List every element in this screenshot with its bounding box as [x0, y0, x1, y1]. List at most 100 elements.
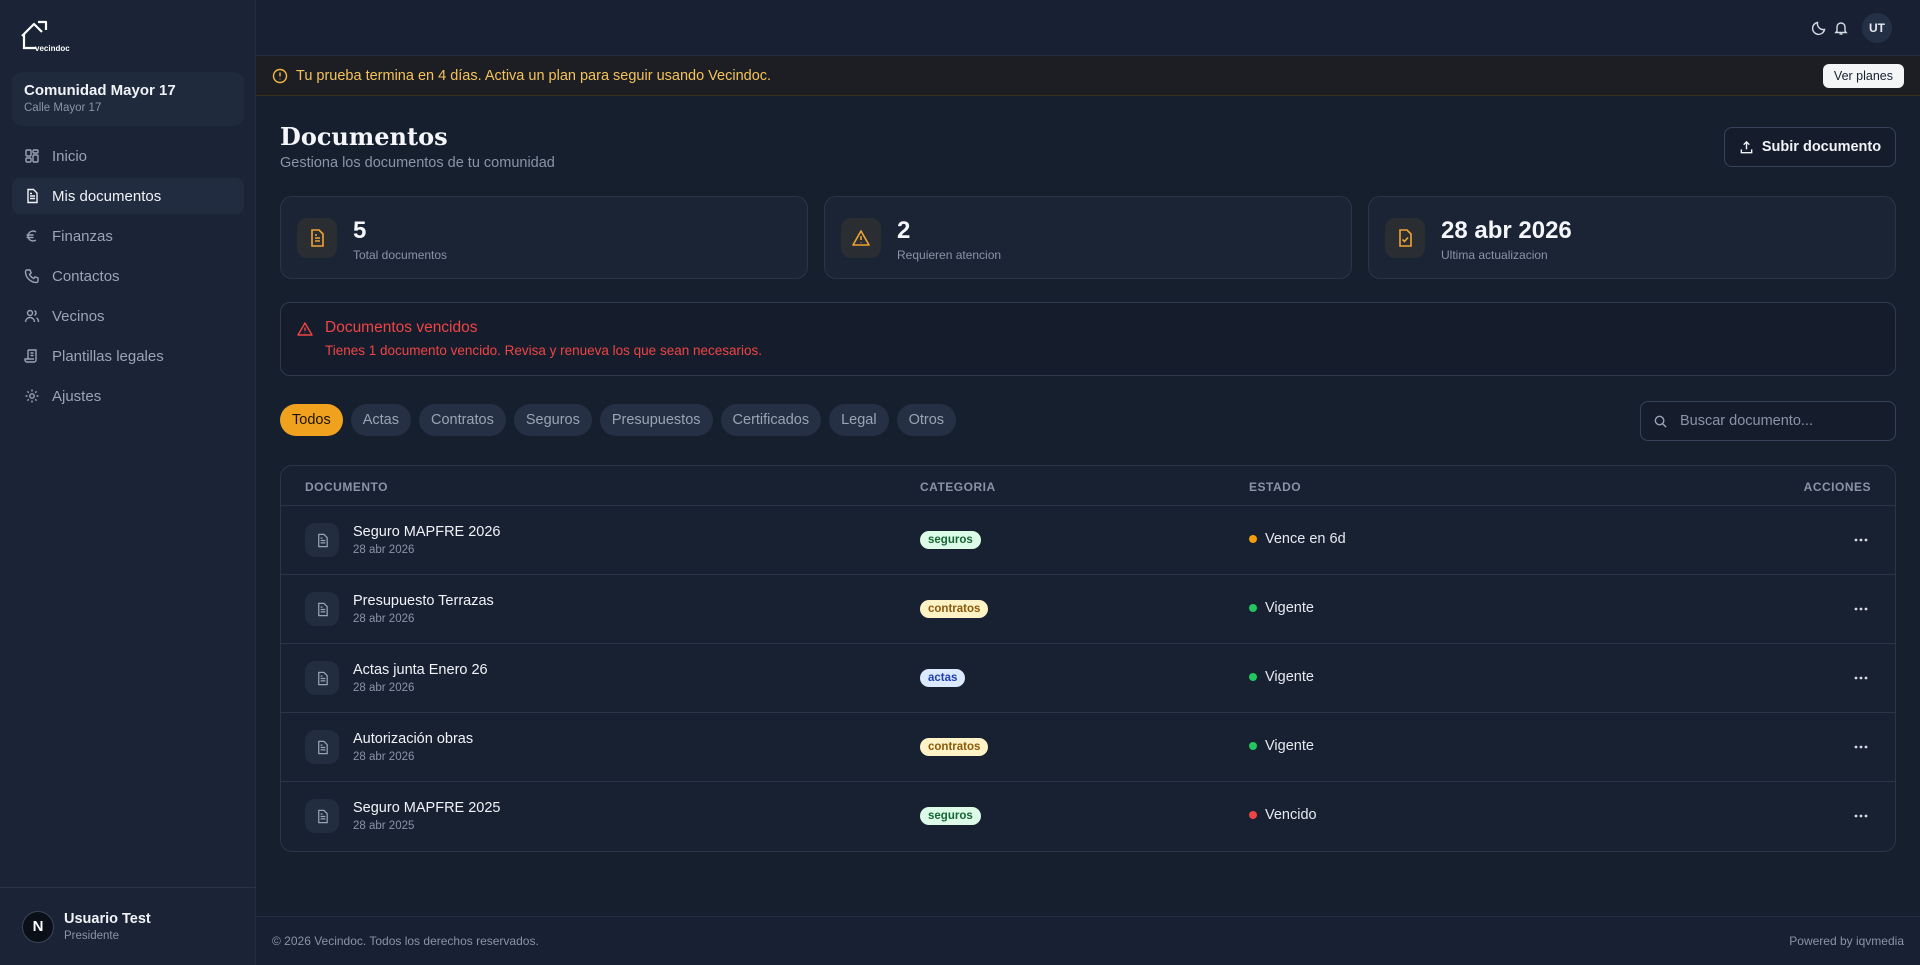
- table-row[interactable]: Seguro MAPFRE 2025 28 abr 2025 seguros V…: [281, 782, 1895, 851]
- filter-chip-certificados[interactable]: Certificados: [720, 404, 822, 436]
- sidebar-item-label: Mis documentos: [52, 187, 162, 205]
- filter-chip-contratos[interactable]: Contratos: [418, 404, 506, 436]
- expired-documents-alert: Documentos vencidos Tienes 1 documento v…: [280, 302, 1896, 376]
- document-name[interactable]: Actas junta Enero 26: [353, 662, 488, 678]
- document-icon: [297, 218, 337, 258]
- category-filters: Todos Actas Contratos Seguros Presupuest…: [280, 404, 964, 436]
- file-icon: [305, 661, 339, 695]
- community-selector[interactable]: Comunidad Mayor 17 Calle Mayor 17: [12, 72, 244, 126]
- stat-label: Ultima actualizacion: [1441, 248, 1548, 262]
- status-text: Vigente: [1265, 669, 1314, 685]
- more-actions-icon[interactable]: [1851, 599, 1871, 619]
- gear-icon: [24, 388, 40, 404]
- filter-chip-legal[interactable]: Legal: [829, 404, 889, 436]
- filter-chip-otros[interactable]: Otros: [896, 404, 957, 436]
- more-actions-icon[interactable]: [1851, 668, 1871, 688]
- scroll-icon: [24, 348, 40, 364]
- stat-card-last-update: 28 abr 2026 Ultima actualizacion: [1368, 196, 1896, 279]
- sidebar-item-label: Finanzas: [52, 227, 113, 245]
- category-badge: actas: [920, 669, 966, 687]
- vecindoc-logo[interactable]: vecindoc: [20, 20, 76, 54]
- sidebar-item-finanzas[interactable]: Finanzas: [12, 218, 244, 254]
- document-name[interactable]: Seguro MAPFRE 2026: [353, 524, 501, 540]
- category-badge: contratos: [920, 738, 989, 756]
- category-badge: seguros: [920, 807, 981, 825]
- column-header-document[interactable]: DOCUMENTO: [305, 480, 388, 494]
- category-badge: seguros: [920, 531, 981, 549]
- table-row[interactable]: Actas junta Enero 26 28 abr 2026 actas V…: [281, 644, 1895, 713]
- svg-text:vecindoc: vecindoc: [35, 44, 70, 53]
- table-row[interactable]: Autorización obras 28 abr 2026 contratos…: [281, 713, 1895, 782]
- sidebar-item-contactos[interactable]: Contactos: [12, 258, 244, 294]
- upload-label: Subir documento: [1761, 139, 1882, 155]
- filter-chip-todos[interactable]: Todos: [280, 404, 343, 436]
- sidebar-item-mis-documentos[interactable]: Mis documentos: [12, 178, 244, 214]
- stat-value: 28 abr 2026: [1441, 217, 1572, 244]
- table-row[interactable]: Seguro MAPFRE 2026 28 abr 2026 seguros V…: [281, 506, 1895, 575]
- status-dot: [1249, 604, 1257, 612]
- document-date: 28 abr 2026: [353, 682, 415, 694]
- warning-icon: [841, 218, 881, 258]
- stat-value: 2: [897, 217, 911, 244]
- document-name[interactable]: Seguro MAPFRE 2025: [353, 800, 501, 816]
- filter-chip-seguros[interactable]: Seguros: [513, 404, 592, 436]
- sidebar-item-ajustes[interactable]: Ajustes: [12, 378, 244, 414]
- documents-table: DOCUMENTO CATEGORIA ESTADO ACCIONES Segu…: [280, 465, 1896, 852]
- more-actions-icon[interactable]: [1851, 530, 1871, 550]
- status-text: Vence en 6d: [1265, 531, 1346, 547]
- column-header-category[interactable]: CATEGORIA: [920, 480, 996, 494]
- trial-banner: Tu prueba termina en 4 días. Activa un p…: [256, 56, 1920, 96]
- status-indicator: Vigente: [1249, 738, 1314, 754]
- column-header-actions: ACCIONES: [1803, 480, 1871, 494]
- upload-icon: [1740, 140, 1753, 153]
- stat-card-total: 5 Total documentos: [280, 196, 808, 279]
- status-dot: [1249, 535, 1257, 543]
- file-icon: [305, 592, 339, 626]
- document-date: 28 abr 2025: [353, 820, 415, 832]
- document-check-icon: [1385, 218, 1425, 258]
- sidebar-item-inicio[interactable]: Inicio: [12, 138, 244, 174]
- user-name: Usuario Test: [64, 911, 151, 927]
- notifications-button[interactable]: [1824, 13, 1854, 43]
- category-badge: contratos: [920, 600, 989, 618]
- more-actions-icon[interactable]: [1851, 737, 1871, 757]
- status-dot: [1249, 811, 1257, 819]
- file-icon: [305, 730, 339, 764]
- column-header-status[interactable]: ESTADO: [1249, 480, 1301, 494]
- status-indicator: Vigente: [1249, 600, 1314, 616]
- sidebar-item-label: Vecinos: [52, 307, 105, 325]
- stat-label: Requieren atencion: [897, 248, 1002, 262]
- header-avatar[interactable]: UT: [1862, 13, 1892, 43]
- status-dot: [1249, 742, 1257, 750]
- footer: © 2026 Vecindoc. Todos los derechos rese…: [256, 916, 1920, 965]
- copyright-text: © 2026 Vecindoc. Todos los derechos rese…: [272, 934, 539, 948]
- sidebar-item-plantillas-legales[interactable]: Plantillas legales: [12, 338, 244, 374]
- status-text: Vigente: [1265, 600, 1314, 616]
- sidebar-item-vecinos[interactable]: Vecinos: [12, 298, 244, 334]
- powered-by-link[interactable]: Powered by iqvmedia: [1789, 934, 1904, 948]
- document-name[interactable]: Autorización obras: [353, 731, 473, 747]
- user-role: Presidente: [64, 930, 119, 942]
- sidebar-nav: Inicio Mis documentos Finanzas Contactos…: [12, 138, 244, 418]
- document-date: 28 abr 2026: [353, 544, 415, 556]
- status-indicator: Vence en 6d: [1249, 531, 1346, 547]
- warning-icon: [297, 322, 313, 336]
- search-input[interactable]: [1680, 413, 1880, 429]
- users-icon: [24, 308, 40, 324]
- sidebar-item-label: Inicio: [52, 147, 88, 165]
- document-name[interactable]: Presupuesto Terrazas: [353, 593, 494, 609]
- document-date: 28 abr 2026: [353, 751, 415, 763]
- filter-chip-actas[interactable]: Actas: [350, 404, 411, 436]
- more-actions-icon[interactable]: [1851, 806, 1871, 826]
- upload-document-button[interactable]: Subir documento: [1724, 127, 1896, 167]
- filter-chip-presupuestos[interactable]: Presupuestos: [599, 404, 713, 436]
- page-title: Documentos: [280, 122, 448, 151]
- phone-icon: [24, 268, 40, 284]
- sidebar-item-label: Ajustes: [52, 387, 102, 405]
- see-plans-button[interactable]: Ver planes: [1822, 64, 1904, 88]
- page-subtitle: Gestiona los documentos de tu comunidad: [280, 155, 555, 171]
- table-row[interactable]: Presupuesto Terrazas 28 abr 2026 contrat…: [281, 575, 1895, 644]
- user-profile[interactable]: N Usuario Test Presidente: [0, 887, 256, 965]
- euro-icon: [24, 228, 40, 244]
- avatar: N: [22, 910, 54, 943]
